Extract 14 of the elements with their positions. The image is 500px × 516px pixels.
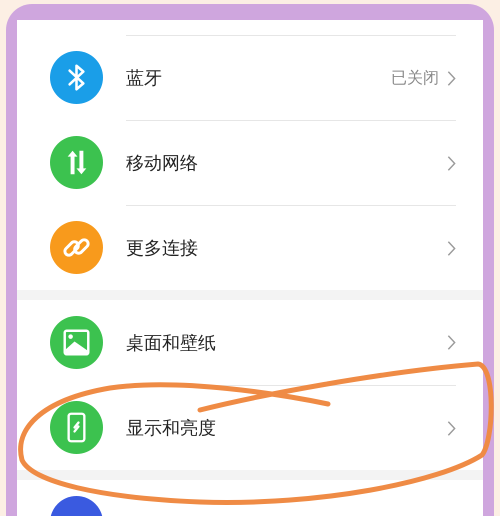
chevron-icon [447,420,456,436]
settings-row[interactable]: 蓝牙 已关闭 [17,35,483,120]
row-label: 桌面和壁纸 [126,332,216,354]
row-label: 更多连接 [126,237,198,260]
row-label: 显示和亮度 [126,417,216,440]
status-text: 已关闭 [391,68,439,88]
row-label: 蓝牙 [126,67,162,90]
chevron-icon [447,154,456,172]
chevron-icon [447,240,456,256]
row-label: 移动网络 [126,152,198,175]
settings-row[interactable]: 移动网络 [17,120,483,205]
chevron-icon [447,70,456,86]
settings-row[interactable]: 桌面和壁纸 [17,300,483,385]
chevron-icon [447,334,456,351]
